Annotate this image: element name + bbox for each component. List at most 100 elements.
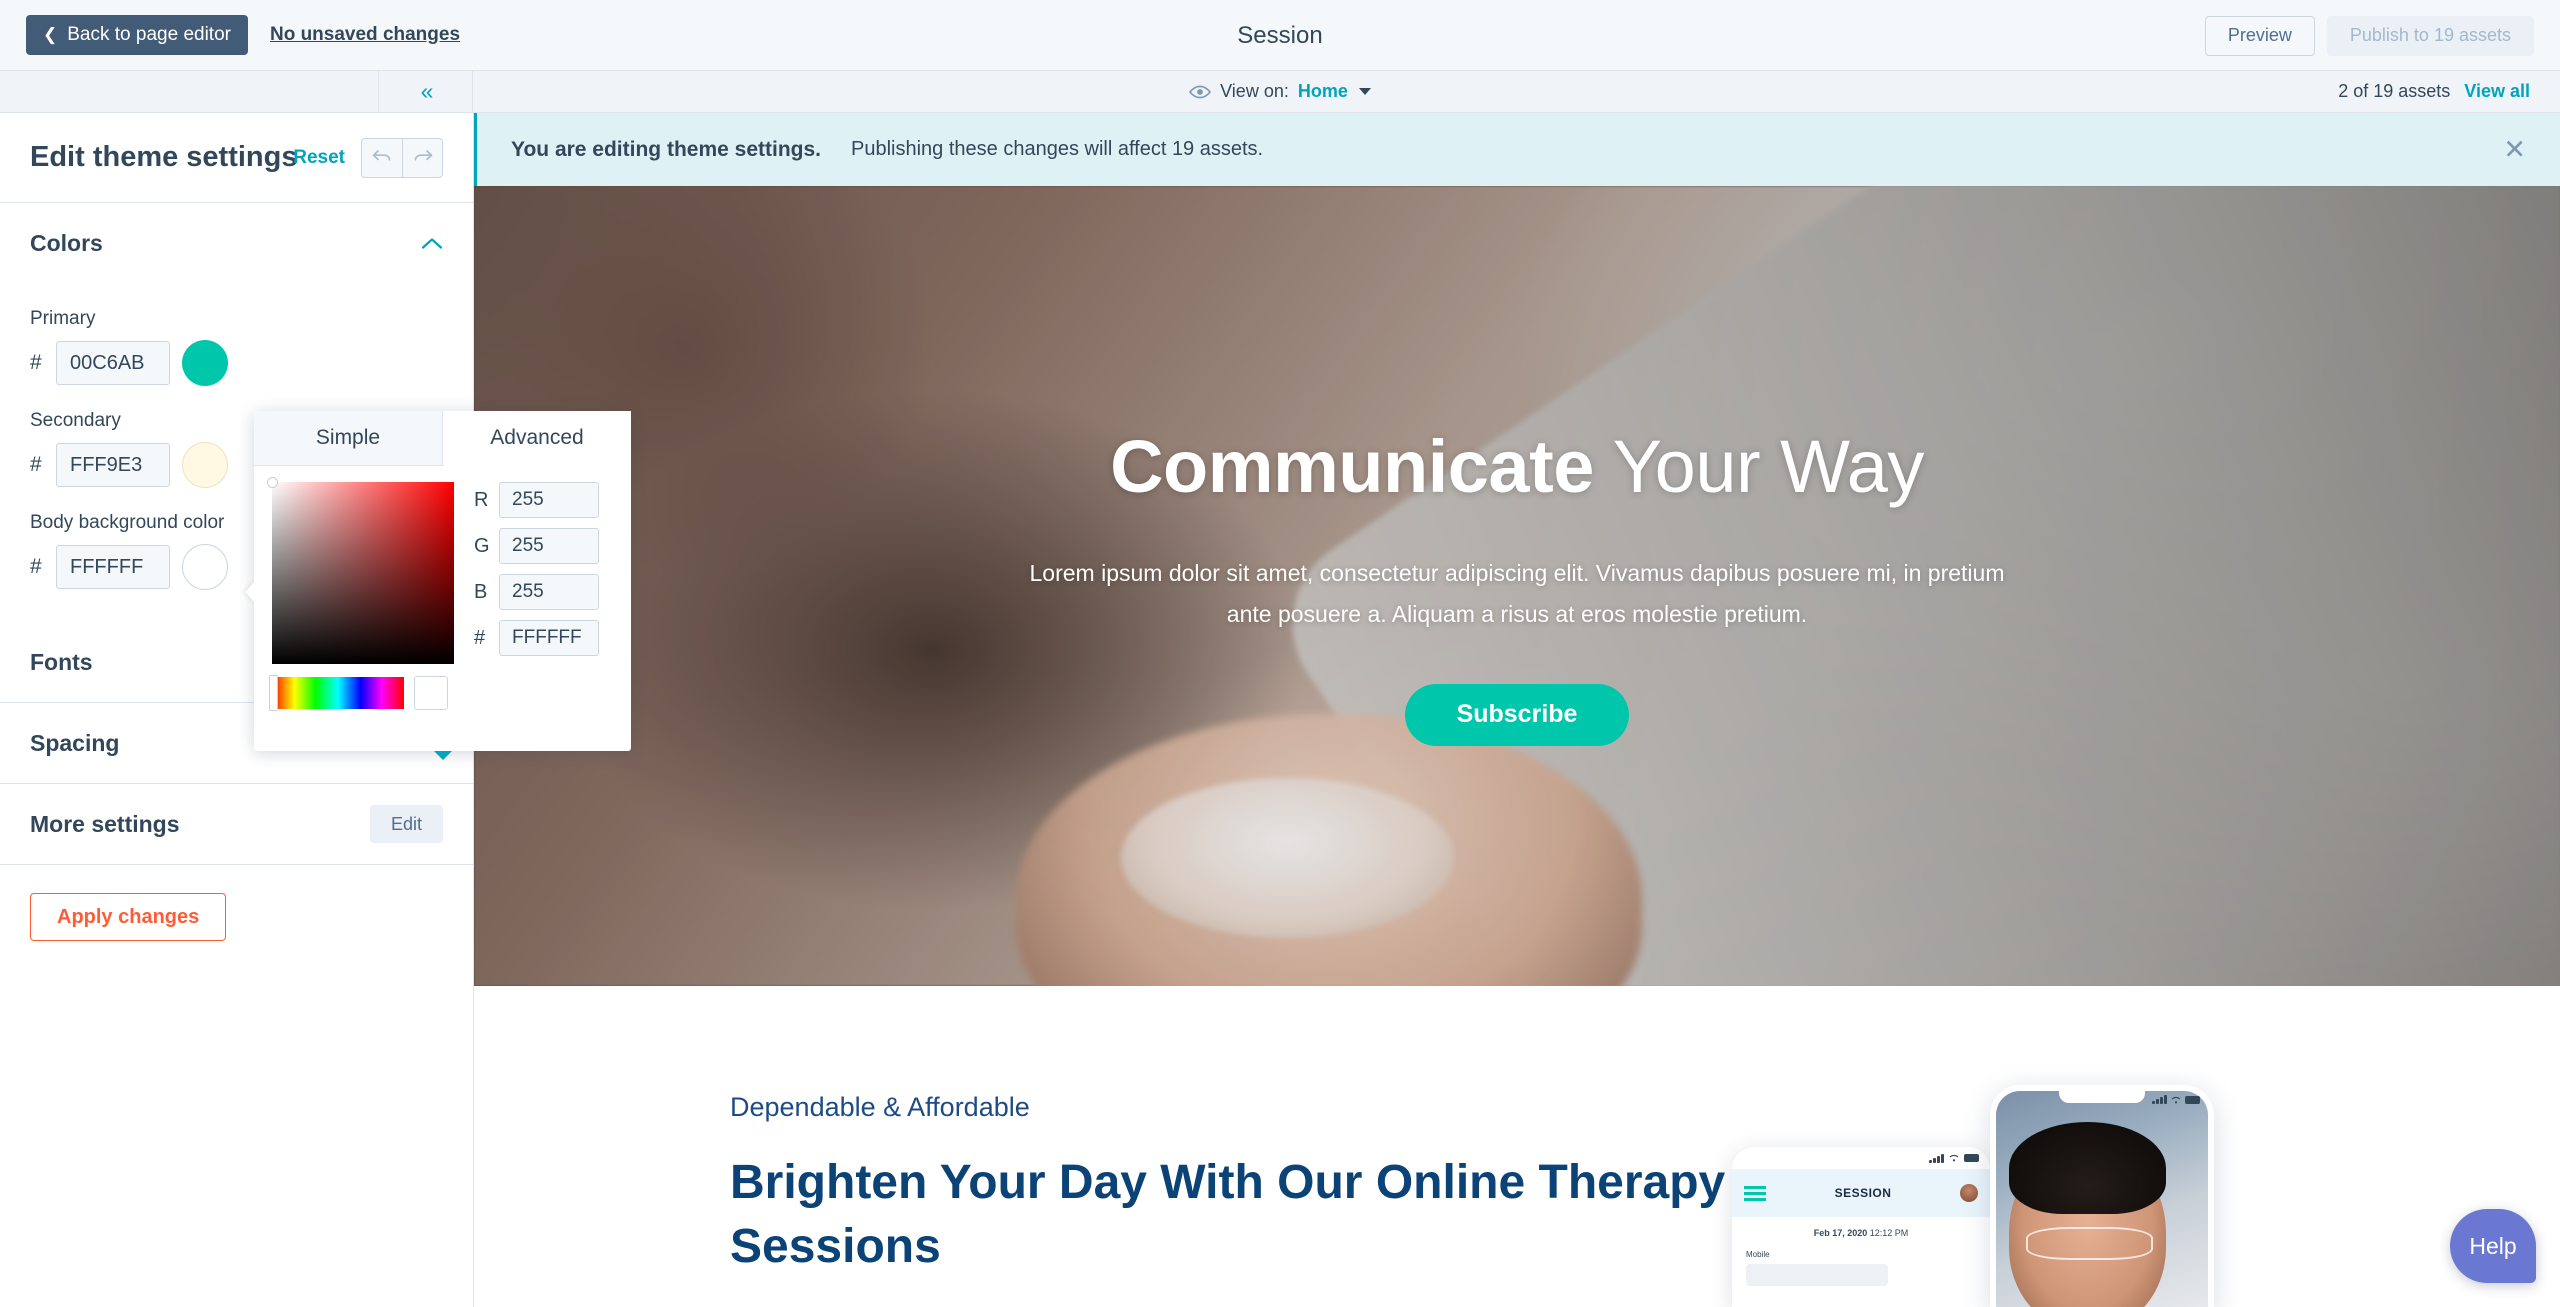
phone-field-label: Mobile [1746,1250,1770,1259]
color-field-primary: # [30,340,443,386]
unsaved-changes-status[interactable]: No unsaved changes [270,24,460,46]
hex-input-primary[interactable] [56,341,170,385]
back-to-page-editor-button[interactable]: ❮ Back to page editor [26,15,248,55]
hue-row [269,675,454,711]
tab-advanced[interactable]: Advanced [443,411,631,466]
hero-subtitle: Lorem ipsum dolor sit amet, consectetur … [1029,560,2005,627]
input-b[interactable] [499,574,599,610]
input-row-r: R [474,482,599,518]
phone-field-input[interactable] [1746,1264,1888,1286]
assets-count-label: 2 of 19 assets [2338,81,2451,101]
hero-title: Communicate Your Way [1110,426,1924,507]
chevron-left-icon: ❮ [43,25,58,44]
reset-button[interactable]: Reset [293,147,345,169]
color-picker-tabs: Simple Advanced [254,411,631,466]
person-glasses-shape [2025,1227,2153,1261]
close-icon[interactable]: ✕ [2495,132,2534,167]
input-hex[interactable] [499,620,599,656]
color-picker-inputs: R G B # [474,482,599,710]
person-hair-shape [2008,1121,2166,1215]
banner-description: Publishing these changes will affect 19 … [851,138,1264,160]
eye-icon [1189,85,1212,99]
phone-time-value: 12:12 PM [1869,1228,1909,1238]
input-row-g: G [474,528,599,564]
undo-button[interactable] [361,137,402,178]
phone-status-bar-large [2152,1095,2200,1104]
section-label-fonts: Fonts [30,648,93,675]
hero-content: Communicate Your Way Lorem ipsum dolor s… [474,186,2560,986]
view-on-group: View on: Home [0,71,2560,112]
view-on-value[interactable]: Home [1298,81,1348,102]
section-title: Brighten Your Day With Our Online Therap… [730,1156,1726,1273]
color-swatch-secondary[interactable] [182,442,228,488]
hash-prefix-secondary: # [30,453,42,476]
hex-input-secondary[interactable] [56,443,170,487]
panel-header-actions: Reset [293,137,443,178]
input-g[interactable] [499,528,599,564]
redo-button[interactable] [402,137,443,178]
cell-signal-icon [1929,1153,1944,1163]
input-row-hex: # [474,620,599,656]
view-all-link[interactable]: View all [2464,81,2530,102]
apply-changes-button[interactable]: Apply changes [30,893,227,941]
app-logo-label: SESSION [1834,1186,1892,1200]
section-header-colors[interactable]: Colors [0,203,473,284]
label-b: B [474,580,488,603]
phone-notch-small [1813,1147,1909,1160]
hero-section: Communicate Your Way Lorem ipsum dolor s… [474,186,2560,986]
assets-info-group: 2 of 19 assets View all [2338,71,2530,112]
color-swatch-primary[interactable] [182,340,228,386]
subscribe-button[interactable]: Subscribe [1404,683,1630,746]
color-picker-left [267,477,454,711]
input-r[interactable] [499,482,599,518]
apply-changes-wrap: Apply changes [0,865,473,969]
top-bar: ❮ Back to page editor No unsaved changes… [0,0,2560,71]
editing-theme-banner: You are editing theme settings. Publishi… [474,113,2560,186]
chevron-up-icon[interactable] [421,234,443,254]
phone-video-screen [1996,1091,2208,1307]
saturation-handle[interactable] [267,477,278,488]
phone-date-value: Feb 17, 2020 [1813,1228,1868,1238]
label-r: R [474,488,489,511]
color-swatch-body-background[interactable] [182,544,228,590]
panel-title: Edit theme settings [30,141,298,173]
top-bar-left-group: ❮ Back to page editor No unsaved changes [0,15,460,55]
section-header-more-settings[interactable]: More settings Edit [0,784,473,865]
hue-slider-handle[interactable] [269,675,278,711]
label-hex: # [474,626,486,649]
features-section: Dependable & Affordable Brighten Your Da… [474,986,2560,1307]
edit-more-settings-button[interactable]: Edit [369,805,443,843]
phone-mockup-small: SESSION Feb 17, 2020 12:12 PM Mobile [1732,1147,1990,1307]
chevron-down-icon[interactable] [1358,88,1371,95]
preview-stage: Communicate Your Way Lorem ipsum dolor s… [474,186,2560,1307]
cell-signal-icon-large [2152,1095,2167,1104]
publish-button[interactable]: Publish to 19 assets [2326,15,2534,56]
phone-notch-large [2059,1091,2145,1103]
wifi-icon-large [2171,1096,2181,1104]
color-picker-popover: Simple Advanced R G B [254,411,631,751]
hash-prefix-body-background: # [30,555,42,578]
color-preview-chip [414,676,448,710]
help-button[interactable]: Help [2450,1209,2536,1283]
battery-icon-large [2185,1095,2200,1104]
top-bar-right-group: Preview Publish to 19 assets [2204,0,2534,71]
tab-simple[interactable]: Simple [254,411,443,466]
preview-button[interactable]: Preview [2204,15,2315,56]
saturation-value-area[interactable] [267,477,454,664]
phone-mockups: SESSION Feb 17, 2020 12:12 PM Mobile [1732,1051,2292,1307]
sub-bar: « View on: Home 2 of 19 assets View all [0,71,2560,113]
hamburger-menu-icon[interactable] [1744,1185,1766,1201]
section-label-spacing: Spacing [30,729,120,756]
view-on-label: View on: [1220,81,1289,101]
hero-title-bold: Communicate [1110,425,1594,509]
phone-mockup-large [1990,1085,2214,1307]
phone-app-bar-small: SESSION [1732,1169,1990,1217]
hex-input-body-background[interactable] [56,545,170,589]
redo-arrow-icon [412,148,434,167]
color-field-label-primary: Primary [30,308,96,329]
user-avatar-icon[interactable] [1959,1184,1978,1202]
battery-icon [1964,1154,1979,1162]
wifi-icon [1949,1154,1959,1162]
hue-slider[interactable] [269,675,404,711]
undo-redo-group [361,137,443,178]
